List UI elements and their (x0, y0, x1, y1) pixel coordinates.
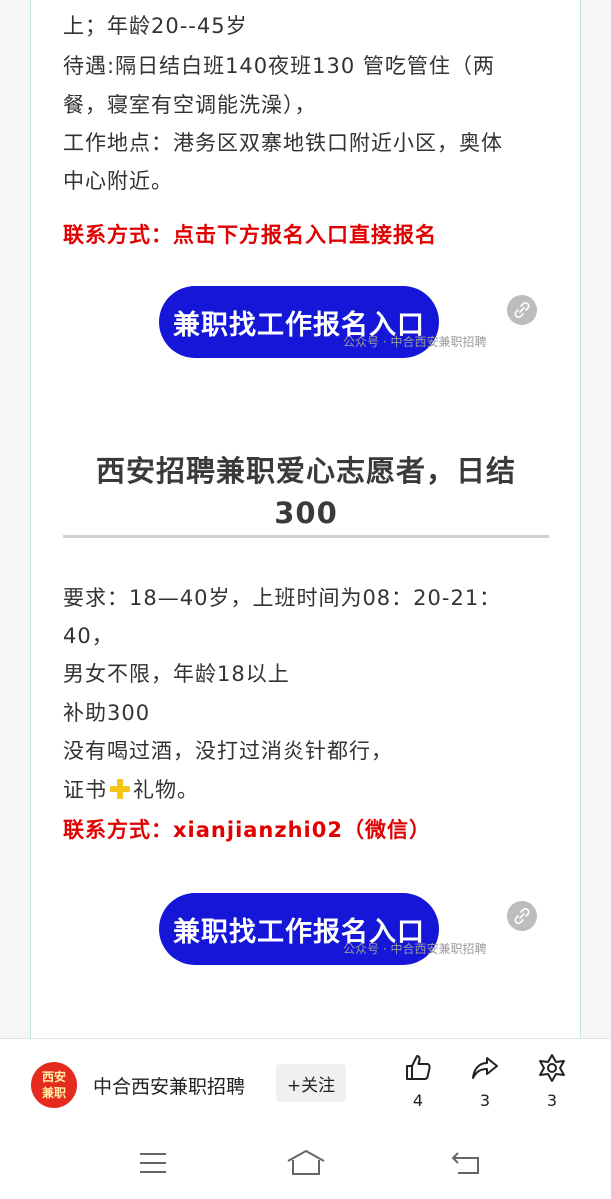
contact-text: 联系方式：xianjianzhi02（微信） (63, 818, 431, 842)
text-line: 40， (63, 624, 114, 648)
like-count: 4 (412, 1091, 424, 1110)
watermark: 公众号 · 中合西安兼职招聘 (343, 942, 487, 956)
home-icon[interactable] (286, 1148, 326, 1178)
article-card: 上；年龄20--45岁 待遇:隔日结白班140夜班130 管吃管住（两 餐，寝室… (30, 0, 581, 1038)
watermark: 公众号 · 中合西安兼职招聘 (343, 335, 487, 349)
section-title: 西安招聘兼职爱心志愿者，日结 300 (63, 450, 549, 534)
avatar[interactable]: 西安 兼职 (31, 1062, 77, 1108)
text-line: 没有喝过酒，没打过消炎针都行， (63, 739, 393, 763)
account-name[interactable]: 中合西安兼职招聘 (93, 1072, 245, 1099)
wow-button[interactable]: 3 (532, 1053, 572, 1110)
article-action-bar: 西安 兼职 中合西安兼职招聘 +关注 4 3 3 (0, 1038, 611, 1129)
share-arrow-icon (472, 1057, 498, 1079)
star-flower-icon (539, 1054, 565, 1082)
section-title-line: 300 (274, 496, 338, 530)
text-line: 证书 礼物。 (63, 774, 199, 805)
share-count: 3 (479, 1091, 491, 1110)
thumbs-up-icon (406, 1055, 431, 1080)
avatar-text: 西安 (41, 1070, 66, 1084)
text-line: 中心附近。 (63, 169, 173, 193)
wow-count: 3 (546, 1091, 558, 1110)
text-line: 工作地点：港务区双寨地铁口附近小区，奥体 (63, 131, 503, 155)
system-nav-bar (0, 1128, 611, 1199)
link-icon[interactable] (507, 901, 537, 931)
avatar-text: 兼职 (41, 1086, 66, 1100)
contact-text: 联系方式：点击下方报名入口直接报名 (63, 223, 437, 247)
link-icon[interactable] (507, 295, 537, 325)
text-line: 待遇:隔日结白班140夜班130 管吃管住（两 (63, 54, 495, 78)
text-line: 上；年龄20--45岁 (63, 14, 248, 38)
text-fragment: 礼物。 (133, 778, 199, 802)
text-line: 餐，寝室有空调能洗澡）， (63, 93, 317, 117)
like-button[interactable]: 4 (398, 1053, 438, 1110)
divider (63, 535, 549, 538)
text-line: 要求：18—40岁，上班时间为08：20-21： (63, 586, 502, 610)
text-fragment: 证书 (63, 778, 107, 802)
text-line: 补助300 (63, 701, 151, 725)
follow-button[interactable]: +关注 (276, 1064, 346, 1102)
plus-emoji-icon (109, 778, 131, 805)
share-button[interactable]: 3 (465, 1053, 505, 1110)
text-line: 男女不限，年龄18以上 (63, 662, 290, 686)
menu-icon[interactable] (133, 1148, 173, 1178)
back-icon[interactable] (446, 1148, 486, 1178)
section-title-line: 西安招聘兼职爱心志愿者，日结 (95, 454, 516, 488)
